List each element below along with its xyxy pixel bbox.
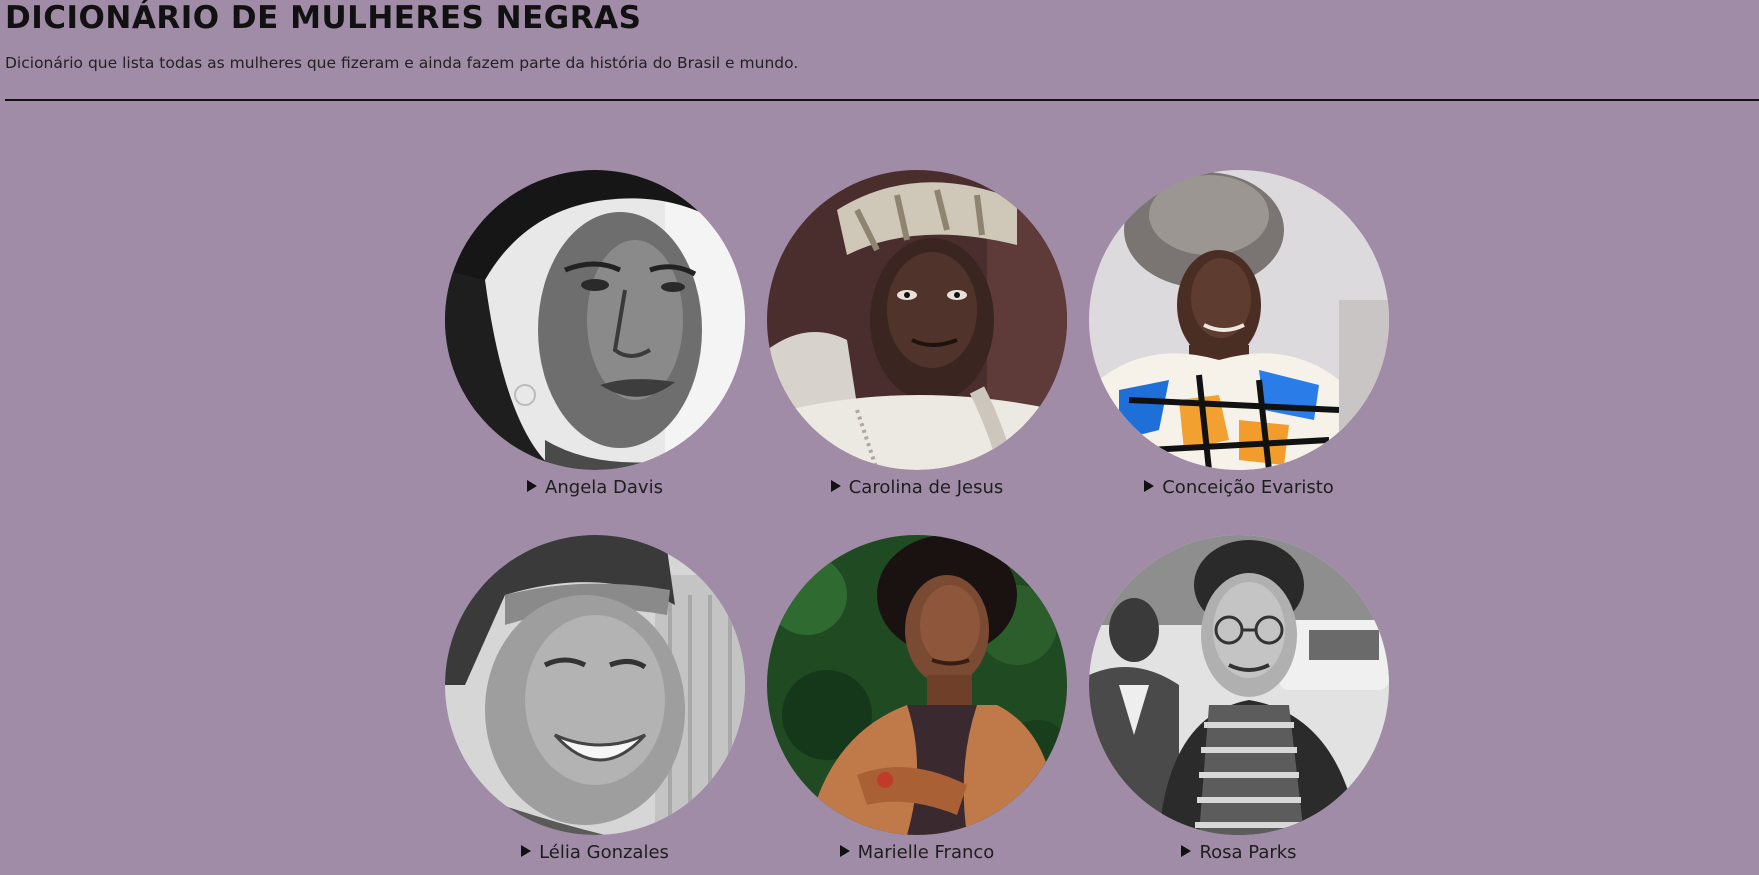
woman-card-marielle-franco: Marielle Franco: [767, 535, 1067, 875]
page-subtitle: Dicionário que lista todas as mulheres q…: [5, 54, 799, 72]
woman-summary-toggle[interactable]: Marielle Franco: [767, 842, 1067, 863]
header-divider: [5, 99, 1759, 101]
portrait-image: [767, 535, 1067, 835]
page-title: DICIONÁRIO DE MULHERES NEGRAS: [5, 0, 642, 36]
disclosure-triangle-icon: [1181, 845, 1192, 857]
disclosure-triangle-icon: [839, 845, 850, 857]
woman-card-conceicao-evaristo: Conceição Evaristo: [1089, 170, 1389, 510]
woman-name: Rosa Parks: [1199, 842, 1297, 863]
woman-card-carolina-de-jesus: Carolina de Jesus: [767, 170, 1067, 510]
woman-summary-toggle[interactable]: Lélia Gonzales: [445, 842, 745, 863]
woman-card-angela-davis: Angela Davis: [445, 170, 745, 510]
portrait-image: [445, 535, 745, 835]
woman-card-lelia-gonzales: Lélia Gonzales: [445, 535, 745, 875]
woman-summary-toggle[interactable]: Angela Davis: [445, 477, 745, 498]
portrait-image: [1089, 170, 1389, 470]
portrait-image: [767, 170, 1067, 470]
woman-summary-toggle[interactable]: Carolina de Jesus: [767, 477, 1067, 498]
portrait-image: [1089, 535, 1389, 835]
disclosure-triangle-icon: [830, 480, 841, 492]
woman-summary-toggle[interactable]: Rosa Parks: [1089, 842, 1389, 863]
disclosure-triangle-icon: [527, 480, 538, 492]
disclosure-triangle-icon: [1144, 480, 1155, 492]
portrait-image: [445, 170, 745, 470]
woman-name: Conceição Evaristo: [1162, 477, 1334, 498]
woman-name: Lélia Gonzales: [539, 842, 669, 863]
woman-name: Angela Davis: [545, 477, 663, 498]
woman-summary-toggle[interactable]: Conceição Evaristo: [1089, 477, 1389, 498]
woman-name: Carolina de Jesus: [848, 477, 1004, 498]
woman-card-rosa-parks: Rosa Parks: [1089, 535, 1389, 875]
disclosure-triangle-icon: [521, 845, 532, 857]
woman-name: Marielle Franco: [857, 842, 995, 863]
